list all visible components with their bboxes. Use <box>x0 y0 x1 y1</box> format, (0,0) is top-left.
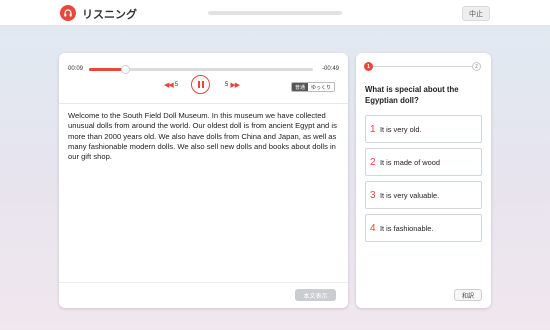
show-text-button[interactable]: 本文表示 <box>295 289 336 301</box>
question-text: What is special about the Egyptian doll? <box>365 85 459 105</box>
transcript-text: Welcome to the South Field Doll Museum. … <box>68 111 337 162</box>
option-text: It is very valuable. <box>380 190 440 200</box>
fast-forward-icon: ▶▶ <box>230 82 240 89</box>
rewind-seconds: 5 <box>174 82 179 88</box>
answer-option-3[interactable]: 3 It is very valuable. <box>365 181 482 209</box>
option-text: It is very old. <box>380 124 422 134</box>
option-number: 2 <box>370 156 376 168</box>
question-step-track <box>369 66 477 67</box>
question-card: 1 2 What is special about the Egyptian d… <box>356 53 491 308</box>
option-number: 1 <box>370 123 376 135</box>
forward-button[interactable]: 5 ▶▶ <box>225 81 241 89</box>
top-bar: リスニング 中止 <box>0 0 550 26</box>
speed-slow-button[interactable]: ゆっくり <box>308 83 335 91</box>
lesson-progress-bar <box>208 11 342 15</box>
headphones-logo-icon <box>60 5 76 21</box>
answer-option-4[interactable]: 4 It is fashionable. <box>365 214 482 242</box>
question-step-1: 1 <box>364 62 373 71</box>
option-number: 3 <box>370 189 376 201</box>
option-number: 4 <box>370 222 376 234</box>
listening-card: 00:09 -00:49 ◀◀ 5 5 ▶▶ 普通 ゆっくり Welcome t… <box>59 53 348 308</box>
remaining-time: -00:49 <box>321 66 339 72</box>
elapsed-time: 00:09 <box>68 66 84 72</box>
option-text: It is fashionable. <box>380 223 434 233</box>
rewind-icon: ◀◀ <box>164 82 174 89</box>
stop-button[interactable]: 中止 <box>462 6 490 21</box>
card-footer-divider <box>59 282 348 283</box>
option-text: It is made of wood <box>380 157 440 167</box>
rewind-button[interactable]: ◀◀ 5 <box>162 81 178 89</box>
app-title: リスニング <box>82 9 137 21</box>
pause-button[interactable] <box>191 75 210 94</box>
speed-normal-button[interactable]: 普通 <box>292 83 309 91</box>
seek-bar[interactable] <box>89 65 313 74</box>
seek-handle[interactable] <box>120 65 130 74</box>
speed-toggle: 普通 ゆっくり <box>291 82 336 92</box>
seek-bar-fill <box>89 68 125 71</box>
divider <box>59 103 348 104</box>
forward-seconds: 5 <box>225 82 229 88</box>
translate-button[interactable]: 和訳 <box>454 289 482 301</box>
answer-option-2[interactable]: 2 It is made of wood <box>365 148 482 176</box>
question-step-2: 2 <box>472 62 481 71</box>
answer-option-1[interactable]: 1 It is very old. <box>365 115 482 143</box>
